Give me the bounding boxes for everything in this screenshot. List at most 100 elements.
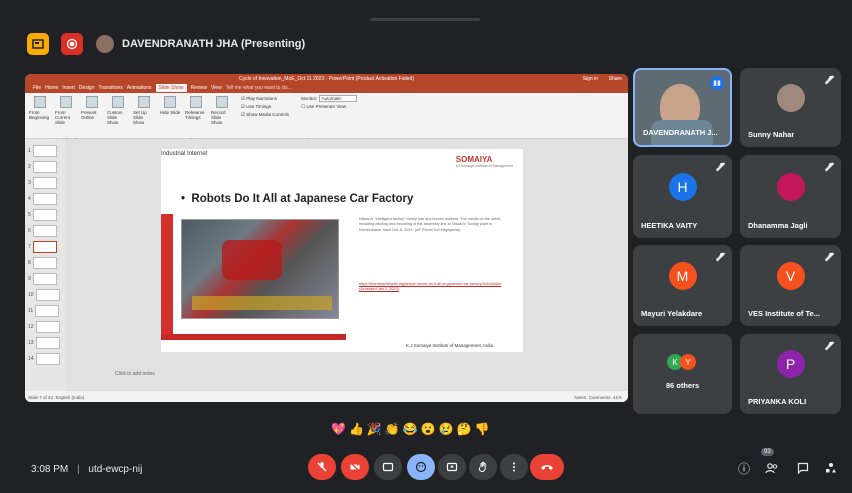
- reaction-laugh[interactable]: 😂: [403, 422, 418, 436]
- people-icon[interactable]: 93: [761, 448, 781, 477]
- speaking-icon: ▮▮: [710, 76, 724, 90]
- slide-thumb[interactable]: 3: [25, 175, 65, 191]
- slide-canvas[interactable]: Industrial Internet SOMAIYA KJ Somaiya I…: [65, 139, 628, 391]
- presentation-stage: Cycle of Innovation_MoE_Oct 11 2023 - Po…: [25, 74, 628, 402]
- chat-icon[interactable]: [794, 459, 812, 477]
- activities-icon[interactable]: [822, 459, 840, 477]
- tab-home[interactable]: Home: [45, 85, 58, 91]
- slide-thumb[interactable]: 14: [25, 351, 65, 367]
- avatar-photo: [776, 84, 805, 113]
- slide-thumb[interactable]: 12: [25, 319, 65, 335]
- tell-me[interactable]: Tell me what you want to do...: [226, 85, 292, 91]
- leave-call-button[interactable]: [530, 454, 564, 480]
- slide-thumb[interactable]: 5: [25, 207, 65, 223]
- mic-off-icon: [714, 161, 726, 173]
- slide-thumb[interactable]: 10: [25, 287, 65, 303]
- reaction-heart[interactable]: 💖: [331, 422, 346, 436]
- monitor-value: Automatic: [318, 95, 357, 102]
- slide-top-label: Industrial Internet: [161, 151, 208, 157]
- presenter-view-checkbox[interactable]: ☐ Use Presenter View: [301, 104, 357, 110]
- slide-thumb-selected[interactable]: 7: [25, 239, 65, 255]
- hide-icon: [164, 96, 176, 108]
- camera-toggle[interactable]: [341, 454, 369, 480]
- slide[interactable]: Industrial Internet SOMAIYA KJ Somaiya I…: [161, 149, 523, 352]
- slide-thumb[interactable]: 2: [25, 159, 65, 175]
- captions-button[interactable]: [374, 454, 402, 480]
- play-narrations-checkbox[interactable]: ☑ Play Narrations: [241, 96, 289, 102]
- slide-thumb[interactable]: 6: [25, 223, 65, 239]
- reaction-thinking[interactable]: 🤔: [457, 422, 472, 436]
- avatar-photo: [776, 172, 805, 201]
- from-current-slide-button[interactable]: From Current Slide: [55, 96, 77, 125]
- participant-tile[interactable]: P PRIYANKA KOLI: [740, 334, 841, 414]
- mic-off-icon: [823, 161, 835, 173]
- whiteboard-icon[interactable]: [27, 33, 49, 55]
- thumb-box: [32, 225, 57, 237]
- tab-slide-show[interactable]: Slide Show: [155, 84, 187, 92]
- rehearse-timings-button[interactable]: Rehearse Timings: [185, 96, 207, 120]
- zoom-level[interactable]: 41%: [613, 395, 622, 400]
- ppt-share[interactable]: Share: [609, 76, 622, 82]
- use-timings-checkbox[interactable]: ☑ Use Timings: [241, 104, 289, 110]
- thumb-box: [35, 337, 60, 349]
- show-media-controls-checkbox[interactable]: ☑ Show Media Controls: [241, 112, 289, 118]
- record-icon[interactable]: [61, 33, 83, 55]
- notes-button[interactable]: Notes: [574, 395, 586, 400]
- tab-review[interactable]: Review: [191, 85, 207, 91]
- slide-thumb[interactable]: 8: [25, 255, 65, 271]
- tab-design[interactable]: Design: [79, 85, 95, 91]
- hide-slide-button[interactable]: Hide Slide: [159, 96, 181, 115]
- participant-tile[interactable]: M Mayuri Yelakdare: [633, 245, 732, 326]
- tab-insert[interactable]: Insert: [62, 85, 75, 91]
- present-button[interactable]: [438, 454, 466, 480]
- participant-name: HEETIKA VAITY: [641, 221, 698, 230]
- record-slide-show-button[interactable]: Record Slide Show: [211, 96, 233, 125]
- set-up-slide-show-button[interactable]: Set Up Slide Show: [133, 96, 155, 125]
- more-options-button[interactable]: [500, 454, 528, 480]
- reaction-clap[interactable]: 👏: [385, 422, 400, 436]
- slide-link[interactable]: https://learnbusinessbk.org/article-robo…: [359, 282, 509, 293]
- mic-off-icon: [714, 251, 726, 263]
- mic-off-icon: [823, 251, 835, 263]
- participant-tile[interactable]: V VES Institute of Te...: [740, 245, 841, 326]
- tab-file[interactable]: File: [33, 85, 41, 91]
- presenter-chip[interactable]: DAVENDRANATH JHA (Presenting): [96, 33, 305, 55]
- thumb-box: [32, 257, 57, 269]
- tab-transitions[interactable]: Transitions: [99, 85, 123, 91]
- ppt-body: 1 2 3 4 5 6 7 8 9 10 11 12 13 14 Industr…: [25, 139, 628, 391]
- present-online-button[interactable]: Present Online: [81, 96, 103, 120]
- others-tile[interactable]: K Y 86 others: [633, 334, 732, 414]
- present-icon: [446, 462, 458, 472]
- from-beginning-button[interactable]: From Beginning: [29, 96, 51, 120]
- notes-placeholder[interactable]: Click to add notes: [115, 371, 155, 377]
- emoji-button[interactable]: [407, 454, 435, 480]
- slide-footer: K J Somaiya Institute of Management, Ind…: [405, 343, 493, 348]
- slide-thumb[interactable]: 13: [25, 335, 65, 351]
- slide-thumb[interactable]: 9: [25, 271, 65, 287]
- slide-thumb[interactable]: 1: [25, 143, 65, 159]
- reaction-thumbs-down[interactable]: 👎: [475, 422, 490, 436]
- slide-thumb[interactable]: 11: [25, 303, 65, 319]
- mic-off-icon: [823, 74, 835, 86]
- ppt-signin[interactable]: Sign in: [583, 76, 598, 82]
- custom-slide-show-button[interactable]: Custom Slide Show: [107, 96, 129, 125]
- participant-tile[interactable]: Sunny Nahar: [740, 68, 841, 147]
- reaction-surprised[interactable]: 😮: [421, 422, 436, 436]
- info-icon[interactable]: ⓘ: [735, 459, 753, 477]
- reaction-sad[interactable]: 😢: [439, 422, 454, 436]
- monitor-select[interactable]: Monitor: Automatic: [301, 95, 357, 102]
- ppt-title-bar: Cycle of Innovation_MoE_Oct 11 2023 - Po…: [25, 74, 628, 83]
- mic-toggle[interactable]: [308, 454, 336, 480]
- tab-view[interactable]: View: [211, 85, 222, 91]
- participant-tile[interactable]: Dhanamma Jagli: [740, 155, 841, 238]
- slide-thumb[interactable]: 4: [25, 191, 65, 207]
- mic-off-icon: [317, 462, 327, 472]
- reaction-party[interactable]: 🎉: [367, 422, 382, 436]
- participant-tile[interactable]: ▮▮ DAVENDRANATH J...: [633, 68, 732, 147]
- raise-hand-button[interactable]: [469, 454, 497, 480]
- comments-button[interactable]: Comments: [589, 395, 611, 400]
- tab-animations[interactable]: Animations: [127, 85, 152, 91]
- slideshow-icon: [34, 96, 46, 108]
- reaction-thumbs-up[interactable]: 👍: [349, 422, 364, 436]
- participant-tile[interactable]: H HEETIKA VAITY: [633, 155, 732, 238]
